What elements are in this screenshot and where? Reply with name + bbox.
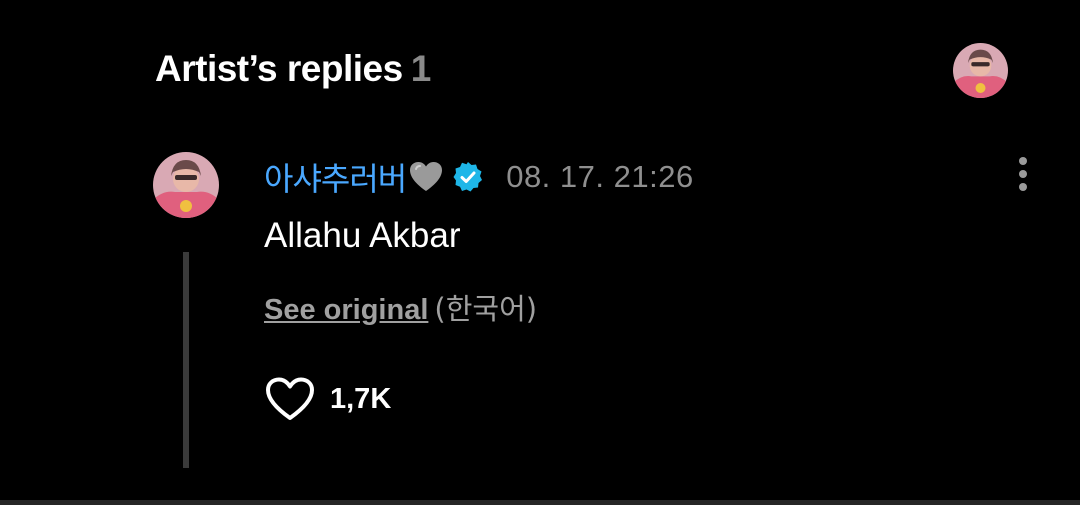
reply-thread-line	[183, 252, 189, 468]
translation-row: See original (한국어)	[264, 286, 537, 328]
bottom-divider	[0, 500, 1080, 505]
comment-meta: 아샤추러버 08. 17. 21:26	[264, 155, 694, 199]
verified-badge-icon	[452, 161, 484, 193]
section-title: Artist’s replies	[155, 48, 403, 89]
section-header: Artist’s replies 1	[155, 48, 431, 90]
like-count: 1,7K	[330, 382, 392, 415]
author-name[interactable]: 아샤추러버	[264, 154, 407, 200]
comment-body: Allahu Akbar	[264, 216, 461, 255]
more-options-button[interactable]	[1003, 152, 1043, 196]
reply-count: 1	[410, 48, 432, 89]
artist-replies-panel: Artist’s replies 1 아샤추러버 08. 17. 21:26 A…	[0, 0, 1080, 505]
comment-timestamp: 08. 17. 21:26	[506, 159, 694, 194]
see-original-link[interactable]: See original	[264, 294, 428, 326]
like-button[interactable]	[264, 376, 316, 422]
original-language-label: (한국어)	[434, 292, 538, 326]
commenter-avatar[interactable]	[153, 152, 219, 218]
heart-outline-icon	[266, 377, 314, 420]
grey-heart-emoji-icon	[408, 160, 444, 194]
like-row: 1,7K	[264, 374, 391, 424]
artist-avatar[interactable]	[953, 43, 1008, 98]
more-vertical-icon	[1019, 157, 1027, 191]
